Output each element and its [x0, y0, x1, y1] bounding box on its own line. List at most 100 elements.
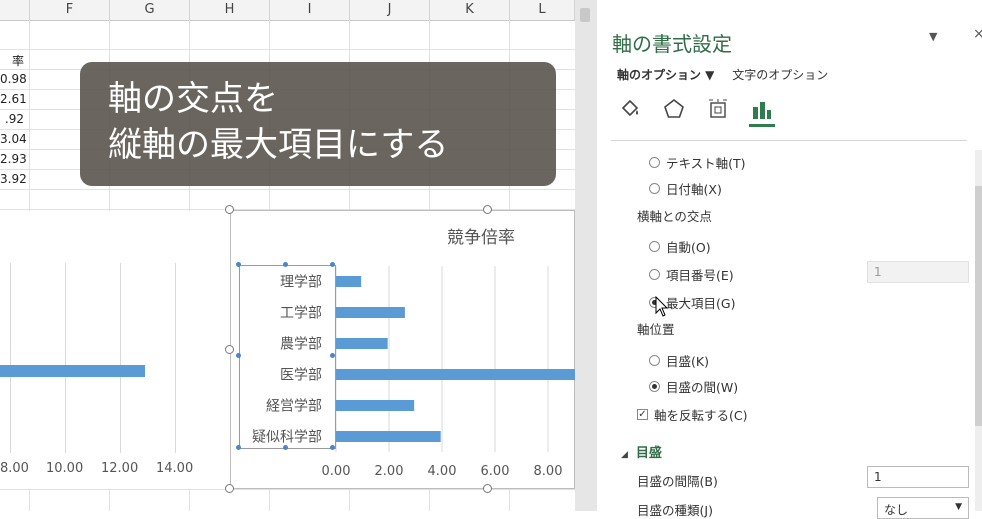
cell-value[interactable]: 0.98	[0, 72, 27, 86]
tick-interval-label: 目盛の間隔(B)	[637, 474, 718, 489]
axis-options-bar-icon[interactable]	[749, 96, 775, 127]
option-text-axis[interactable]: テキスト軸(T)	[649, 153, 746, 172]
size-properties-icon[interactable]	[705, 96, 731, 122]
column-header-e[interactable]	[0, 0, 30, 20]
pane-options-dropdown-icon[interactable]: ▼	[929, 30, 937, 43]
tick-type-select[interactable]: なし ▼	[877, 497, 969, 519]
cell-value[interactable]: 2.61	[0, 92, 27, 106]
tick-marks-section-label: 目盛	[635, 446, 662, 461]
fill-line-icon[interactable]	[617, 96, 643, 122]
axis-handle[interactable]	[283, 445, 288, 450]
x-tick-label: 6.00	[481, 464, 510, 479]
chart-gridline	[10, 263, 11, 453]
radio-between-ticks[interactable]	[649, 381, 660, 392]
bar-6[interactable]	[336, 431, 441, 442]
caption-line-2: 縦軸の最大項目にする	[108, 125, 449, 165]
left-x-tick: 10.00	[46, 461, 84, 476]
crosses-section-label: 横軸との交点	[637, 209, 712, 224]
selected-chart[interactable]: 競争倍率 理学部 工学部 農学部 医学部 経営学部 疑似科学部 0.00 2.00 4.00 6.…	[230, 210, 575, 489]
option-reverse-axis[interactable]: ✓ 軸を反転する(C)	[637, 405, 747, 424]
vertical-axis-selection-box[interactable]	[239, 265, 336, 449]
column-header-k[interactable]: K	[430, 0, 510, 20]
axis-handle[interactable]	[330, 353, 335, 358]
spreadsheet-area[interactable]: F G H I J K L 率 0.98 2.61 .92 3.04 2.93 …	[0, 0, 575, 511]
x-tick-label: 8.00	[534, 464, 563, 479]
column-header-f[interactable]: F	[30, 0, 110, 20]
radio-auto[interactable]	[649, 241, 660, 252]
grid-line	[0, 189, 575, 190]
option-between-ticks[interactable]: 目盛の間(W)	[649, 377, 738, 396]
x-tick-label: 0.00	[322, 464, 351, 479]
sheet-scrollbar[interactable]	[575, 0, 597, 511]
axis-handle[interactable]	[236, 262, 241, 267]
column-header-j[interactable]: J	[350, 0, 430, 20]
column-header-l[interactable]: L	[510, 0, 575, 20]
cell-value[interactable]: 3.92	[0, 172, 27, 186]
caption-line-1: 軸の交点を	[108, 79, 278, 119]
axis-handle[interactable]	[236, 353, 241, 358]
axis-handle[interactable]	[236, 445, 241, 450]
tab-text-options[interactable]: 文字のオプション	[732, 68, 828, 82]
option-max-category-label: 最大項目(G)	[666, 296, 736, 311]
radio-text-axis[interactable]	[649, 157, 660, 168]
pane-separator	[611, 140, 967, 141]
resize-handle[interactable]	[225, 205, 234, 214]
column-header-g[interactable]: G	[110, 0, 190, 20]
close-icon[interactable]: ×	[973, 26, 982, 42]
option-auto-label: 自動(O)	[666, 240, 711, 255]
option-on-tick[interactable]: 目盛(K)	[649, 351, 709, 370]
bar-5[interactable]	[336, 400, 415, 411]
bar-3[interactable]	[336, 338, 388, 349]
radio-category-number[interactable]	[649, 269, 660, 280]
left-chart-bar[interactable]	[0, 365, 145, 377]
format-axis-pane: 軸の書式設定 ▼ × 軸のオプション ▼ 文字のオプション テキスト軸(T) 日…	[597, 0, 982, 519]
resize-handle[interactable]	[483, 484, 492, 493]
option-auto[interactable]: 自動(O)	[649, 237, 711, 256]
option-date-axis-label: 日付軸(X)	[666, 182, 722, 197]
cell-value[interactable]: 3.04	[0, 132, 27, 146]
left-x-tick: 12.00	[101, 461, 139, 476]
option-reverse-axis-label: 軸を反転する(C)	[654, 408, 748, 423]
x-tick-label: 4.00	[428, 464, 457, 479]
axis-handle[interactable]	[330, 445, 335, 450]
options-tabs: 軸のオプション ▼ 文字のオプション	[617, 66, 842, 83]
option-category-number[interactable]: 項目番号(E)	[649, 265, 734, 284]
resize-handle[interactable]	[225, 484, 234, 493]
radio-on-tick[interactable]	[649, 355, 660, 366]
bar-2[interactable]	[336, 307, 405, 318]
left-chart[interactable]: 8.00 10.00 12.00 14.00	[0, 211, 206, 489]
left-x-tick: 14.00	[156, 461, 194, 476]
cell-value[interactable]: 2.93	[0, 152, 27, 166]
cell-value[interactable]: .92	[0, 112, 24, 126]
option-on-tick-label: 目盛(K)	[666, 354, 709, 369]
mouse-cursor-icon	[655, 296, 669, 317]
bar-1[interactable]	[336, 276, 362, 287]
left-x-tick: 8.00	[0, 461, 29, 476]
chart-gridline	[65, 263, 66, 453]
tick-type-label: 目盛の種類(J)	[637, 503, 713, 518]
axis-handle[interactable]	[330, 262, 335, 267]
axis-handle[interactable]	[283, 262, 288, 267]
checkbox-reverse-axis[interactable]: ✓	[637, 409, 648, 420]
resize-handle[interactable]	[483, 205, 492, 214]
category-number-input[interactable]: 1	[867, 261, 969, 283]
resize-handle[interactable]	[225, 345, 234, 354]
bar-4[interactable]	[336, 369, 575, 380]
radio-date-axis[interactable]	[649, 183, 660, 194]
pane-scrollbar-thumb[interactable]	[975, 186, 982, 426]
tick-marks-section-header[interactable]: ◢ 目盛	[621, 442, 662, 461]
cell-partial-header[interactable]: 率	[0, 52, 24, 69]
option-date-axis[interactable]: 日付軸(X)	[649, 179, 722, 198]
option-text-axis-label: テキスト軸(T)	[666, 156, 746, 171]
tick-interval-input[interactable]: 1	[867, 466, 969, 488]
grid-line	[0, 49, 575, 50]
column-header-h[interactable]: H	[190, 0, 270, 20]
caption-overlay: 軸の交点を 縦軸の最大項目にする	[80, 62, 556, 186]
axis-position-label: 軸位置	[637, 322, 675, 337]
tab-axis-options[interactable]: 軸のオプション ▼	[617, 68, 714, 82]
pane-scrollbar[interactable]	[975, 150, 982, 511]
column-header-i[interactable]: I	[270, 0, 350, 20]
scrollbar-thumb[interactable]	[580, 8, 590, 22]
collapse-triangle-icon: ◢	[621, 450, 628, 460]
effects-pentagon-icon[interactable]	[661, 96, 687, 122]
